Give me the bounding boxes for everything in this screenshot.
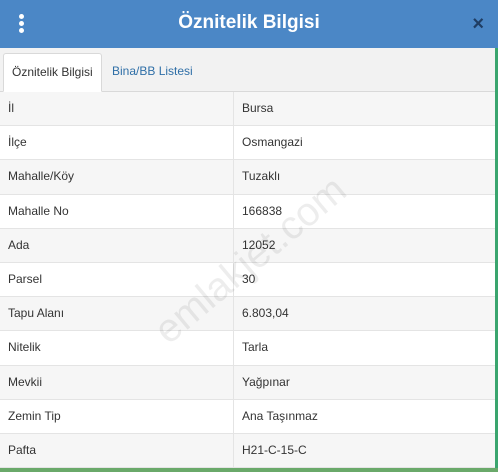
table-row: Parsel 30 [0, 262, 495, 298]
table-row: Pafta H21-C-15-C [0, 433, 495, 469]
dialog-title: Öznitelik Bilgisi [178, 12, 320, 33]
attribute-key: Pafta [0, 433, 234, 468]
attribute-key: Mahalle No [0, 194, 234, 228]
attribute-key: Zemin Tip [0, 399, 234, 433]
attribute-value: 12052 [242, 237, 276, 252]
attribute-table: İl Bursa İlçe Osmangazi Mahalle/Köy Tuza… [0, 92, 498, 469]
attribute-value: Osmangazi [242, 135, 303, 150]
dialog-header: Öznitelik Bilgisi × [0, 0, 498, 48]
attribute-value: 6.803,04 [242, 306, 289, 321]
table-row: Zemin Tip Ana Taşınmaz [0, 399, 495, 434]
table-row: Mevkii Yağpınar [0, 365, 495, 400]
table-row: Mahalle No 166838 [0, 194, 495, 229]
attribute-key: İlçe [0, 126, 234, 160]
table-row: İlçe Osmangazi [0, 126, 495, 161]
table-row: Tapu Alanı 6.803,04 [0, 297, 495, 332]
attribute-key: Mahalle/Köy [0, 160, 234, 194]
tab-attribute-info[interactable]: Öznitelik Bilgisi [3, 53, 102, 92]
attribute-value: Ana Taşınmaz [242, 408, 318, 423]
tab-bar: Öznitelik Bilgisi Bina/BB Listesi [0, 48, 498, 92]
attribute-key: Mevkii [0, 365, 234, 399]
attribute-key: İl [0, 92, 234, 126]
attribute-value: H21-C-15-C [242, 442, 307, 457]
attribute-value: Tarla [242, 340, 269, 355]
bottom-strip [0, 468, 498, 472]
close-icon[interactable]: × [472, 13, 484, 35]
attribute-value: Tuzaklı [242, 169, 281, 184]
attribute-value: 30 [242, 271, 256, 286]
attribute-key: Parsel [0, 262, 234, 297]
attribute-key: Tapu Alanı [0, 297, 234, 331]
table-row: Nitelik Tarla [0, 331, 495, 366]
attribute-value: Bursa [242, 101, 274, 115]
table-row: Ada 12052 [0, 228, 495, 263]
attribute-key: Ada [0, 228, 234, 262]
table-row: Mahalle/Köy Tuzaklı [0, 160, 495, 195]
attribute-key: Nitelik [0, 331, 234, 365]
attribute-value: 166838 [242, 203, 283, 218]
tab-building-list[interactable]: Bina/BB Listesi [104, 53, 201, 92]
table-row: İl Bursa [0, 92, 495, 127]
attribute-value: Yağpınar [242, 374, 290, 389]
